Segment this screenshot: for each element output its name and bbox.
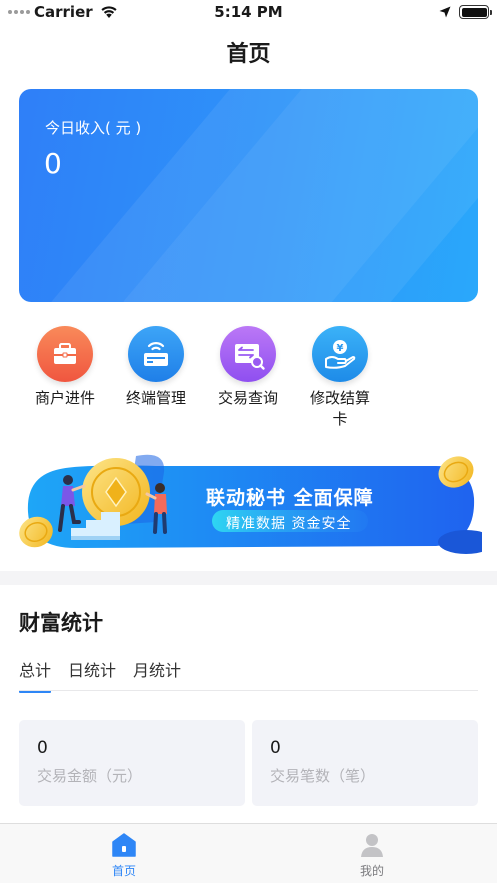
tab-label: 我的 — [359, 864, 384, 878]
page-title: 首页 — [226, 42, 271, 67]
tab-total[interactable]: 总计 — [19, 657, 52, 693]
pos-terminal-icon — [128, 326, 184, 382]
tab-label: 首页 — [111, 864, 136, 878]
menu-label: 终端管理 — [125, 389, 186, 407]
tab-home[interactable]: 首页 — [64, 824, 184, 883]
stat-value: 0 — [270, 738, 281, 758]
income-card[interactable]: 今日收入( 元 ) 0 — [19, 89, 478, 302]
tabs-underline-divider — [19, 690, 478, 691]
profile-icon — [361, 834, 383, 857]
stat-label: 交易金额（元） — [37, 767, 143, 785]
settlement-card-icon: ¥ — [312, 326, 368, 382]
home-icon — [112, 833, 136, 857]
battery-icon — [459, 5, 492, 19]
banner-headline: 联动秘书 全面保障 — [206, 487, 374, 509]
briefcase-icon — [37, 326, 93, 382]
menu-label: 交易查询 — [217, 389, 278, 407]
stat-value: 0 — [37, 738, 48, 758]
svg-text:¥: ¥ — [337, 343, 344, 354]
stat-card-count: 0 交易笔数（笔） — [252, 720, 478, 806]
income-label: 今日收入( 元 ) — [45, 119, 142, 137]
menu-transaction-query[interactable]: 交易查询 — [203, 326, 293, 409]
location-arrow-icon — [439, 6, 451, 18]
promo-banner[interactable]: 联动秘书 全面保障 精准数据 资金安全 — [16, 452, 494, 556]
menu-merchant-onboarding[interactable]: 商户进件 — [20, 326, 110, 409]
menu-label: 商户进件 — [34, 389, 95, 407]
transaction-search-icon — [220, 326, 276, 382]
status-bar: Carrier 5:14 PM — [0, 0, 497, 24]
bottom-tab-bar: 首页 我的 — [0, 823, 497, 883]
tab-monthly[interactable]: 月统计 — [133, 657, 181, 691]
menu-label: 修改结算卡 — [310, 389, 371, 428]
stat-card-amount: 0 交易金额（元） — [19, 720, 245, 806]
stat-label: 交易笔数（笔） — [270, 767, 376, 785]
section-divider — [0, 571, 497, 585]
status-right — [439, 5, 492, 19]
banner-tagline: 精准数据 资金安全 — [226, 516, 352, 532]
tab-daily[interactable]: 日统计 — [68, 657, 116, 691]
quick-menu: 商户进件 终端管理 交易查询 ¥ 修改结算卡 — [0, 326, 497, 436]
income-value: 0 — [44, 147, 62, 180]
stats-title: 财富统计 — [19, 611, 103, 635]
menu-change-settlement-card[interactable]: ¥ 修改结算卡 — [295, 326, 385, 430]
menu-terminal-management[interactable]: 终端管理 — [111, 326, 201, 409]
tab-profile[interactable]: 我的 — [312, 824, 432, 883]
stats-tabs: 总计 日统计 月统计 — [19, 657, 198, 693]
status-time: 5:14 PM — [214, 3, 283, 21]
